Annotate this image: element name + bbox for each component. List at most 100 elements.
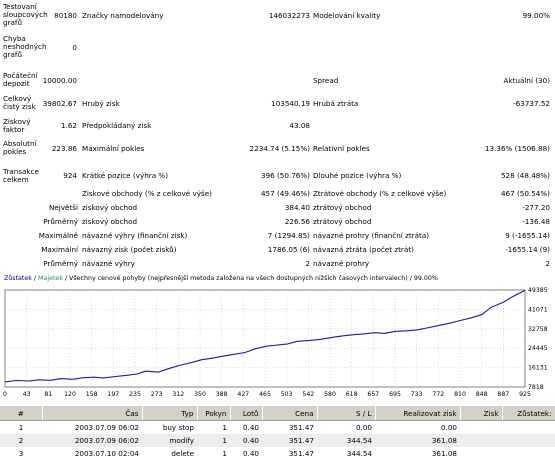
gross-profit-label: Hrubý zisk — [82, 99, 120, 108]
loss-trades-label: Ztrátové obchody (% z celkové výše) — [313, 189, 447, 198]
caption-equity: Majetek — [38, 275, 63, 282]
largest-profit-value: 384.40 — [284, 203, 310, 212]
max-cons-profit-label: návazný zisk (počet zisků) — [82, 245, 177, 254]
max-cons-losses-label: návazné prohry (finanční ztráta) — [313, 231, 430, 240]
column-header[interactable]: Zisk — [460, 406, 503, 421]
mismatched-errors-value: 0 — [72, 43, 77, 52]
table-cell: 351.47 — [262, 434, 317, 447]
y-tick-label: 16131 — [528, 365, 548, 372]
largest-profit-label: ziskový obchod — [82, 203, 138, 212]
table-cell — [502, 434, 555, 447]
x-tick-label: 657 — [367, 391, 379, 398]
table-cell: 2 — [0, 434, 42, 447]
table-cell — [502, 421, 555, 435]
y-tick-label: 49385 — [528, 287, 548, 294]
column-header[interactable]: Čas — [42, 406, 143, 421]
chart-caption: Zůstatek / Majetek / Všechny cenové pohy… — [4, 275, 438, 282]
y-tick-label: 7818 — [528, 384, 544, 391]
table-cell — [502, 447, 555, 460]
table-cell — [460, 447, 502, 460]
short-positions-value: 396 (50.76%) — [260, 171, 310, 180]
x-tick-label: 43 — [23, 391, 31, 398]
initial-deposit-value: 10000.00 — [42, 76, 77, 85]
modelling-quality-value: 99.00% — [522, 11, 550, 20]
x-tick-label: 887 — [497, 391, 509, 398]
table-row[interactable]: 1 2003.07.09 06:02 buy stop 1 0.40 351.47 0.00… — [0, 421, 555, 435]
maximum-label: Maximálně — [38, 231, 78, 240]
largest-loss-value: -277.20 — [522, 203, 550, 212]
y-tick-label: 32758 — [528, 326, 548, 333]
x-tick-label: 273 — [151, 391, 163, 398]
mismatched-errors-label: Chyba neshodných grafů — [3, 34, 47, 60]
table-cell: modify — [142, 434, 197, 447]
gross-loss-label: Hrubá ztráta — [313, 99, 359, 108]
x-tick-label: 427 — [237, 391, 249, 398]
table-cell: 3 — [18, 449, 24, 458]
table-cell: delete — [171, 449, 194, 458]
table-cell — [460, 434, 502, 447]
table-cell: 2003.07.09 06:02 — [74, 423, 139, 432]
max-cons-wins-label: návazné výhry (finanční zisk) — [82, 231, 188, 240]
column-header[interactable]: Zůstatek: — [502, 406, 555, 421]
maximal-label: Maximální — [41, 245, 78, 254]
table-cell: 1 — [197, 434, 230, 447]
relative-drawdown-value: 13.36% (1506.88) — [484, 144, 550, 153]
long-positions-value: 528 (48.48%) — [500, 171, 550, 180]
statistics-report: Testovaní sloupcových grafů 80180 Značky… — [0, 0, 555, 272]
balance-chart-svg: 0 43 81 120 158 197 235 273 312 350 388 427 465 503 54… — [3, 287, 548, 398]
column-header[interactable]: Pokyn — [197, 406, 231, 421]
average-profit-label: ziskový obchod — [82, 217, 138, 226]
total-trades-value: 924 — [63, 171, 77, 180]
x-tick-label: 197 — [107, 391, 119, 398]
table-row[interactable]: 3 2003.07.10 02:04 delete 1 0.40 351.47 344.54… — [0, 447, 555, 460]
column-header[interactable]: Realizovat zisk — [375, 406, 461, 421]
max-cons-losses-value: 9 (-1655.14) — [505, 231, 550, 240]
table-cell: 2003.07.09 06:02 — [42, 434, 142, 447]
modelled-ticks-label: Značky namodelovány — [82, 11, 164, 20]
avg-cons-losses-value: 2 — [545, 259, 550, 268]
largest-loss-label: ztrátový obchod — [313, 203, 372, 212]
table-cell: 0.00 — [355, 423, 372, 432]
column-header[interactable]: S / L — [317, 406, 376, 421]
x-tick-label: 158 — [86, 391, 98, 398]
x-tick-label: 81 — [44, 391, 52, 398]
table-cell: 361.08 — [375, 434, 460, 447]
x-tick-label: 925 — [519, 391, 531, 398]
x-tick-label: 350 — [194, 391, 206, 398]
table-cell: 351.47 — [288, 423, 314, 432]
column-header[interactable]: Cena — [262, 406, 318, 421]
table-cell: 1 — [222, 449, 227, 458]
average-profit-value: 226.56 — [284, 217, 310, 226]
x-tick-label: 618 — [346, 391, 358, 398]
largest-label: Největší — [48, 203, 78, 212]
expected-payoff-value: 43.08 — [289, 121, 310, 130]
x-tick-label: 542 — [302, 391, 314, 398]
column-header[interactable]: Lotů — [230, 406, 263, 421]
average-loss-value: -136.48 — [522, 217, 550, 226]
profit-factor-value: 1.62 — [60, 121, 77, 130]
x-tick-label: 503 — [281, 391, 293, 398]
table-cell: 0.40 — [242, 423, 259, 432]
column-header[interactable]: # — [0, 406, 43, 421]
relative-drawdown-label: Relativní pokles — [313, 144, 370, 153]
x-tick-label: 810 — [454, 391, 466, 398]
max-cons-loss-label: návazná ztráta (počet ztrát) — [313, 245, 414, 254]
x-tick-label: 695 — [389, 391, 401, 398]
spread-value: Aktuální (30) — [503, 76, 550, 85]
column-header[interactable]: Typ — [142, 406, 198, 421]
x-tick-label: 388 — [216, 391, 228, 398]
max-cons-profit-value: 1786.05 (6) — [267, 245, 310, 254]
x-tick-label: 235 — [129, 391, 141, 398]
caption-description: / Všechny cenové pohyby (nejpřesnější me… — [62, 275, 438, 282]
modelling-quality-label: Modelování kvality — [313, 11, 381, 20]
table-row[interactable]: 2 2003.07.09 06:02 modify 1 0.40 351.47 344.54… — [0, 434, 555, 447]
table-cell: 351.47 — [288, 449, 314, 458]
max-cons-wins-value: 7 (1294.85) — [267, 231, 310, 240]
total-net-profit-value: 39802.67 — [42, 99, 77, 108]
profit-trades-label: Ziskové obchody (% z celkové výše) — [82, 189, 212, 198]
orders-header-row: # Čas Typ Pokyn Lotů Cena S / L Realizovat zisk… — [0, 406, 555, 421]
gross-loss-value: -63737.52 — [513, 99, 550, 108]
average-consecutive-label: Průměrný — [43, 259, 78, 268]
orders-body: 1 2003.07.09 06:02 buy stop 1 0.40 351.47 0.00… — [0, 421, 555, 461]
table-cell: 1 — [18, 423, 24, 432]
